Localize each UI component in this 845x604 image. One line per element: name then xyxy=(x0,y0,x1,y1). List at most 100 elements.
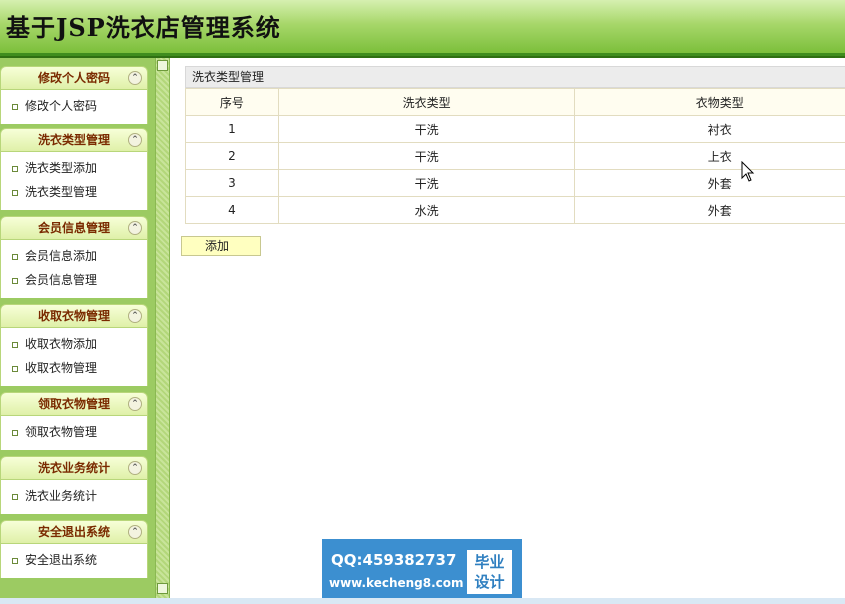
splitter-top-button[interactable] xyxy=(157,60,168,71)
main-content: 洗衣类型管理 序号 洗衣类型 衣物类型 1 干洗 衬衣 2 干洗 上衣 3 干洗… xyxy=(171,58,845,598)
menu-head-label: 会员信息管理 xyxy=(37,221,110,235)
panel-title: 洗衣类型管理 xyxy=(185,66,845,88)
column-header-index: 序号 xyxy=(185,88,279,116)
sidebar-item-wash-type-manage[interactable]: 洗衣类型管理 xyxy=(1,180,147,204)
sidebar-item-label: 洗衣业务统计 xyxy=(25,489,98,503)
watermark-badge-line1: 毕业 xyxy=(474,553,505,571)
menu-group-pickup: 领取衣物管理 ⌃ 领取衣物管理 xyxy=(0,392,148,450)
sidebar-item-label: 收取衣物添加 xyxy=(25,337,98,351)
collapse-icon[interactable]: ⌃ xyxy=(128,133,142,147)
add-button[interactable]: 添加 xyxy=(181,236,261,256)
app-header: 基于JSP洗衣店管理系统 xyxy=(0,0,845,56)
menu-head-receive[interactable]: 收取衣物管理 ⌃ xyxy=(0,304,148,328)
watermark-qq: QQ:459382737 xyxy=(331,551,457,569)
watermark-url: www.kecheng8.com xyxy=(329,576,464,590)
table-cell: 外套 xyxy=(574,196,845,224)
table-cell: 上衣 xyxy=(574,142,845,170)
sidebar-item-wash-type-add[interactable]: 洗衣类型添加 xyxy=(1,156,147,180)
table-cell: 水洗 xyxy=(277,196,576,224)
sidebar-item-receive-manage[interactable]: 收取衣物管理 xyxy=(1,356,147,380)
sidebar: 修改个人密码 ⌃ 修改个人密码 洗衣类型管理 ⌃ 洗衣类型添加 洗衣类型管理 会… xyxy=(0,58,155,604)
sidebar-item-statistics[interactable]: 洗衣业务统计 xyxy=(1,484,147,508)
table-cell: 2 xyxy=(185,142,279,170)
table-cell: 干洗 xyxy=(277,142,576,170)
collapse-icon[interactable]: ⌃ xyxy=(128,461,142,475)
sidebar-item-member-manage[interactable]: 会员信息管理 xyxy=(1,268,147,292)
table-row: 1 干洗 衬衣 xyxy=(185,115,845,143)
menu-group-member: 会员信息管理 ⌃ 会员信息添加 会员信息管理 xyxy=(0,216,148,298)
menu-head-password[interactable]: 修改个人密码 ⌃ xyxy=(0,66,148,90)
menu-body: 领取衣物管理 xyxy=(0,416,148,450)
collapse-icon[interactable]: ⌃ xyxy=(128,221,142,235)
table-row: 4 水洗 外套 xyxy=(185,196,845,224)
splitter-bottom-button[interactable] xyxy=(157,583,168,594)
menu-head-member[interactable]: 会员信息管理 ⌃ xyxy=(0,216,148,240)
menu-group-wash-type: 洗衣类型管理 ⌃ 洗衣类型添加 洗衣类型管理 xyxy=(0,128,148,210)
collapse-icon[interactable]: ⌃ xyxy=(128,309,142,323)
bullet-icon xyxy=(12,430,18,436)
menu-group-logout: 安全退出系统 ⌃ 安全退出系统 xyxy=(0,520,148,578)
menu-head-label: 洗衣业务统计 xyxy=(37,461,110,475)
sidebar-item-label: 洗衣类型管理 xyxy=(25,185,98,199)
column-header-garment-type: 衣物类型 xyxy=(574,88,845,116)
sidebar-item-change-password[interactable]: 修改个人密码 xyxy=(1,94,147,118)
app-title: 基于JSP洗衣店管理系统 xyxy=(6,13,281,42)
bottom-edge xyxy=(0,598,845,604)
sidebar-item-label: 修改个人密码 xyxy=(25,99,98,113)
sidebar-item-pickup-manage[interactable]: 领取衣物管理 xyxy=(1,420,147,444)
watermark-badge: 毕业 设计 xyxy=(467,550,512,594)
table-cell: 干洗 xyxy=(277,115,576,143)
bullet-icon xyxy=(12,558,18,564)
column-header-wash-type: 洗衣类型 xyxy=(277,88,576,116)
sidebar-item-label: 安全退出系统 xyxy=(25,553,98,567)
bullet-icon xyxy=(12,278,18,284)
bullet-icon xyxy=(12,494,18,500)
menu-head-label: 收取衣物管理 xyxy=(37,309,110,323)
sidebar-splitter[interactable] xyxy=(155,58,170,598)
menu-body: 洗衣类型添加 洗衣类型管理 xyxy=(0,152,148,210)
menu-group-password: 修改个人密码 ⌃ 修改个人密码 xyxy=(0,66,148,124)
table-header-row: 序号 洗衣类型 衣物类型 xyxy=(185,88,845,116)
table-cell: 4 xyxy=(185,196,279,224)
sidebar-item-label: 会员信息管理 xyxy=(25,273,98,287)
collapse-icon[interactable]: ⌃ xyxy=(128,397,142,411)
menu-body: 收取衣物添加 收取衣物管理 xyxy=(0,328,148,386)
watermark-badge-line2: 设计 xyxy=(474,573,505,591)
menu-head-pickup[interactable]: 领取衣物管理 ⌃ xyxy=(0,392,148,416)
menu-head-statistics[interactable]: 洗衣业务统计 ⌃ xyxy=(0,456,148,480)
menu-body: 会员信息添加 会员信息管理 xyxy=(0,240,148,298)
bullet-icon xyxy=(12,254,18,260)
table-cell: 衬衣 xyxy=(574,115,845,143)
sidebar-item-logout[interactable]: 安全退出系统 xyxy=(1,548,147,572)
menu-body: 洗衣业务统计 xyxy=(0,480,148,514)
wash-type-table: 序号 洗衣类型 衣物类型 1 干洗 衬衣 2 干洗 上衣 3 干洗 外套 4 水… xyxy=(185,88,845,224)
bullet-icon xyxy=(12,166,18,172)
bullet-icon xyxy=(12,104,18,110)
bullet-icon xyxy=(12,342,18,348)
menu-body: 修改个人密码 xyxy=(0,90,148,124)
table-cell: 1 xyxy=(185,115,279,143)
collapse-icon[interactable]: ⌃ xyxy=(128,525,142,539)
collapse-icon[interactable]: ⌃ xyxy=(128,71,142,85)
menu-head-label: 修改个人密码 xyxy=(37,71,110,85)
menu-head-logout[interactable]: 安全退出系统 ⌃ xyxy=(0,520,148,544)
mouse-cursor-icon xyxy=(741,161,755,182)
menu-head-label: 洗衣类型管理 xyxy=(37,133,110,147)
sidebar-item-label: 领取衣物管理 xyxy=(25,425,98,439)
menu-body: 安全退出系统 xyxy=(0,544,148,578)
table-cell: 外套 xyxy=(574,169,845,197)
menu-head-wash-type[interactable]: 洗衣类型管理 ⌃ xyxy=(0,128,148,152)
menu-group-receive: 收取衣物管理 ⌃ 收取衣物添加 收取衣物管理 xyxy=(0,304,148,386)
sidebar-item-label: 洗衣类型添加 xyxy=(25,161,98,175)
menu-head-label: 安全退出系统 xyxy=(37,525,110,539)
sidebar-item-label: 收取衣物管理 xyxy=(25,361,98,375)
sidebar-item-receive-add[interactable]: 收取衣物添加 xyxy=(1,332,147,356)
watermark-banner: QQ:459382737 www.kecheng8.com 毕业 设计 xyxy=(322,539,522,599)
sidebar-item-member-add[interactable]: 会员信息添加 xyxy=(1,244,147,268)
bullet-icon xyxy=(12,190,18,196)
sidebar-item-label: 会员信息添加 xyxy=(25,249,98,263)
table-cell: 3 xyxy=(185,169,279,197)
table-cell: 干洗 xyxy=(277,169,576,197)
bullet-icon xyxy=(12,366,18,372)
menu-group-statistics: 洗衣业务统计 ⌃ 洗衣业务统计 xyxy=(0,456,148,514)
